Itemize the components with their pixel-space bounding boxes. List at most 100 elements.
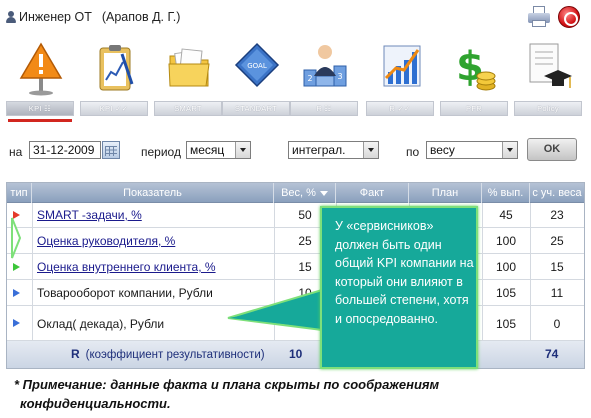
folder-icon [168,48,210,87]
app-header: Инженер ОТ (Арапов Д. Г.) [0,0,591,36]
green-flag-icon [13,263,20,271]
percent-cell: 45 [499,208,513,222]
tool-label: KPI ☷ [6,101,74,116]
ranking-person-icon: 2 3 [303,45,347,87]
filter-bar: на 31-12-2009 период месяц интеграл. по … [0,133,591,165]
tool-label: R ☷ [290,101,358,116]
indicator-name[interactable]: SMART -задачи, % [37,203,142,228]
table-row[interactable]: SMART -задачи, % 50 45 23 [7,203,584,228]
tool-kpi-list[interactable]: KPI ☷ [6,36,74,122]
table-row[interactable]: Товарооборот компании, Рубли 10 105 11 [7,281,584,306]
total-weight: 10 [289,347,303,361]
indicator-link[interactable]: SMART -задачи, % [37,208,142,222]
user-icon [6,11,16,23]
col-type[interactable]: тип [7,183,32,203]
tool-policy[interactable]: Policy [514,36,582,120]
col-percent[interactable]: % вып. [482,183,530,203]
weighted-cell: 0 [553,317,561,331]
chevron-down-icon [502,142,517,158]
mode-select[interactable]: интеграл. [288,141,379,159]
user-name: (Арапов Д. Г.) [101,10,181,24]
kpi-table: тип Показатель Вес, % Факт План % вып. с… [6,182,585,369]
period-label: период [141,145,181,159]
percent-cell: 100 [495,234,517,248]
blue-flag-icon [13,319,20,327]
tool-kpi-check[interactable]: KPI ✓✓ [80,36,148,120]
period-select[interactable]: месяц [186,141,251,159]
weighted-cell: 15 [550,260,564,274]
date-value: 31-12-2009 [33,143,95,157]
tool-standart[interactable]: GOAL STANDART [222,36,290,120]
module-toolbar: KPI ☷ KPI ✓✓ SMART GOAL STANDART 2 3 R ☷… [0,36,591,122]
indicator-link[interactable]: Оценка руководителя, % [37,234,175,248]
percent-cell: 100 [495,260,517,274]
indicator-link[interactable]: Оценка внутреннего клиента, % [37,260,216,274]
col-fact[interactable]: Факт [336,183,409,203]
tool-label: R ✓✓ [366,101,434,116]
total-r: R [71,347,80,361]
svg-text:2: 2 [307,74,312,83]
date-prefix-label: на [9,145,23,159]
total-description: (коэффициент результативности) [85,349,265,361]
indicator-name[interactable]: Оценка внутреннего клиента, % [37,255,216,280]
by-label: по [406,145,420,159]
diploma-cap-icon [529,43,572,88]
col-indicator[interactable]: Показатель [32,183,274,203]
percent-cell: 105 [495,286,517,300]
tool-smart[interactable]: SMART [154,36,222,120]
tool-ranking-check[interactable]: R ✓✓ [366,36,434,120]
chevron-down-icon [363,142,378,158]
weighted-cell: 11 [550,286,564,300]
clipboard-chart-icon [99,45,134,91]
col-weighted[interactable]: с уч. веса [530,183,584,203]
warning-sign-icon [19,42,63,96]
col-plan[interactable]: План [409,183,482,203]
by-value: весу [430,143,455,157]
calendar-icon[interactable] [102,141,120,159]
table-header: тип Показатель Вес, % Факт План % вып. с… [7,183,584,203]
power-icon[interactable] [558,6,580,28]
page-title: Инженер ОТ (Арапов Д. Г.) [19,10,180,24]
svg-text:GOAL: GOAL [247,62,267,70]
table-row[interactable]: Оклад( декада), Рубли 105 0 [7,307,584,341]
weighted-cell: 25 [550,234,564,248]
tool-pfr[interactable]: $ PFR [440,36,508,120]
svg-text:3: 3 [337,72,342,81]
tool-label: KPI ✓✓ [80,101,148,116]
total-weighted: 74 [545,347,559,361]
printer-icon[interactable] [528,6,552,28]
table-row[interactable]: Оценка внутреннего клиента, % 15 100 15 [7,255,584,280]
total-row: R (коэффициент результативности) 10 74 [7,341,584,368]
chevron-down-icon [235,142,250,158]
dollar-coins-icon: $ [456,44,496,91]
goal-diamond-icon: GOAL [234,42,280,88]
blue-flag-icon [13,289,20,297]
callout-text: У «сервисников» должен быть один общий K… [335,219,474,326]
period-value: месяц [190,143,225,157]
by-select[interactable]: весу [426,141,518,159]
active-tab-indicator [8,119,72,122]
growth-chart-icon [383,45,421,87]
tool-label: STANDART [222,101,290,116]
weighted-cell: 23 [550,208,564,222]
indicator-name[interactable]: Оценка руководителя, % [37,229,175,254]
date-input[interactable]: 31-12-2009 [29,141,101,159]
col-weight[interactable]: Вес, % [274,183,336,203]
footnote-line-2: конфиденциальности. [20,396,171,411]
tool-label: SMART [154,101,222,116]
total-label: R (коэффициент результативности) [71,341,265,369]
footnote: * Примечание: данные факта и плана скрыт… [14,375,589,413]
indicator-name: Оклад( декада), Рубли [37,317,165,331]
col-weight-label: Вес, % [281,187,316,199]
user-role: Инженер ОТ [19,10,92,24]
red-flag-icon [13,211,20,219]
tool-ranking[interactable]: 2 3 R ☷ [290,36,358,120]
ok-button[interactable]: OK [527,138,577,161]
indicator-name: Товарооборот компании, Рубли [37,286,213,300]
mode-value: интеграл. [292,143,346,157]
sort-desc-icon [319,190,328,196]
tool-label: Policy [514,101,582,116]
table-row[interactable]: Оценка руководителя, % 25 100 25 [7,229,584,254]
percent-cell: 105 [495,317,517,331]
footnote-line-1: * Примечание: данные факта и плана скрыт… [14,377,440,392]
